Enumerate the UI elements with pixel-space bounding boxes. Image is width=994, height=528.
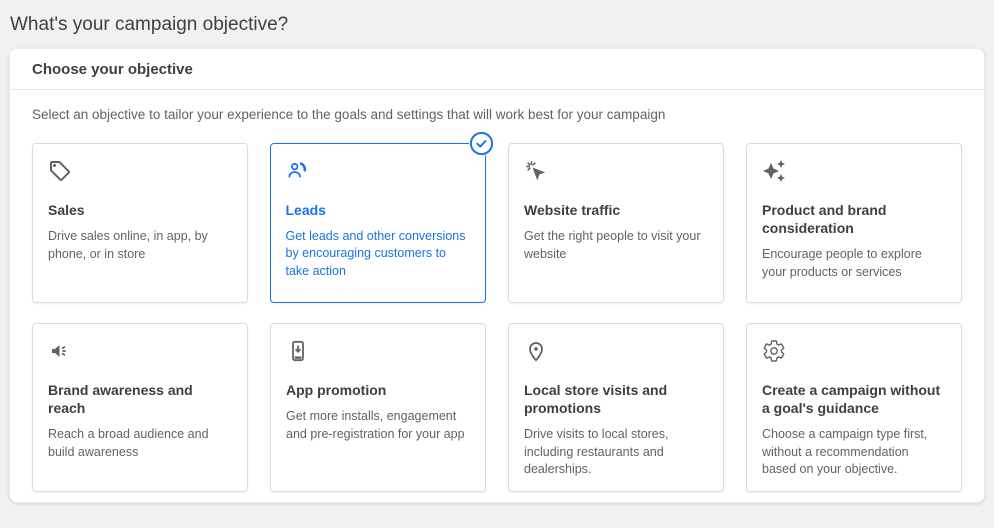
objective-title: Leads — [285, 201, 326, 218]
objective-card-sales[interactable]: Sales Drive sales online, in app, by phon… — [32, 143, 248, 303]
gear-icon — [762, 339, 786, 363]
megaphone-icon — [48, 339, 72, 363]
objective-description: Get more installs, engagement and pre-re… — [286, 409, 465, 441]
phone-download-icon — [286, 339, 310, 363]
panel-header: Choose your objective — [10, 49, 984, 90]
price-tag-icon — [48, 159, 72, 183]
objective-title: Brand awareness and reach — [48, 382, 193, 417]
objective-title: Sales — [48, 202, 85, 218]
objective-description: Drive sales online, in app, by phone, or… — [48, 229, 208, 261]
objective-description: Get the right people to visit your websi… — [524, 229, 701, 261]
objective-card-app-promotion[interactable]: App promotion Get more installs, engageme… — [270, 323, 486, 492]
objective-description: Choose a campaign type first, without a … — [762, 427, 928, 477]
objective-card-website-traffic[interactable]: Website traffic Get the right people to v… — [508, 143, 724, 303]
sparkles-icon — [762, 159, 786, 183]
objective-description: Get leads and other conversions by encou… — [285, 228, 466, 278]
selected-check-icon — [469, 131, 494, 156]
panel-header-title: Choose your objective — [32, 60, 193, 78]
objective-card-leads[interactable]: Leads Get leads and other conversions by … — [270, 131, 494, 303]
cursor-click-icon — [524, 159, 548, 183]
panel-body: Select an objective to tailor your exper… — [10, 90, 984, 492]
objective-card-product-and-brand-consideration[interactable]: Product and brand consideration Encourage… — [746, 143, 962, 303]
objective-description: Reach a broad audience and build awarene… — [48, 427, 209, 459]
objective-title: App promotion — [286, 382, 387, 398]
panel-subtitle: Select an objective to tailor your exper… — [32, 107, 666, 122]
person-lead-icon — [286, 159, 310, 183]
objective-card-brand-awareness-and-reach[interactable]: Brand awareness and reach Reach a broad a… — [32, 323, 248, 492]
objective-description: Drive visits to local stores, including … — [524, 427, 669, 477]
objective-grid: Sales Drive sales online, in app, by phon… — [32, 131, 962, 492]
objective-title: Create a campaign without a goal's guida… — [762, 382, 941, 417]
objective-card-local-store-visits-and-promotions[interactable]: Local store visits and promotions Drive v… — [508, 323, 724, 492]
choose-objective-panel: Choose your objective Select an objectiv… — [9, 48, 985, 503]
objective-title: Product and brand consideration — [762, 202, 887, 237]
objective-description: Encourage people to explore your product… — [762, 247, 922, 279]
page-title: What's your campaign objective? — [10, 14, 289, 35]
objective-card-no-goal-guidance[interactable]: Create a campaign without a goal's guida… — [746, 323, 962, 492]
objective-title: Local store visits and promotions — [524, 382, 668, 417]
location-pin-icon — [524, 339, 548, 363]
objective-title: Website traffic — [524, 202, 621, 218]
